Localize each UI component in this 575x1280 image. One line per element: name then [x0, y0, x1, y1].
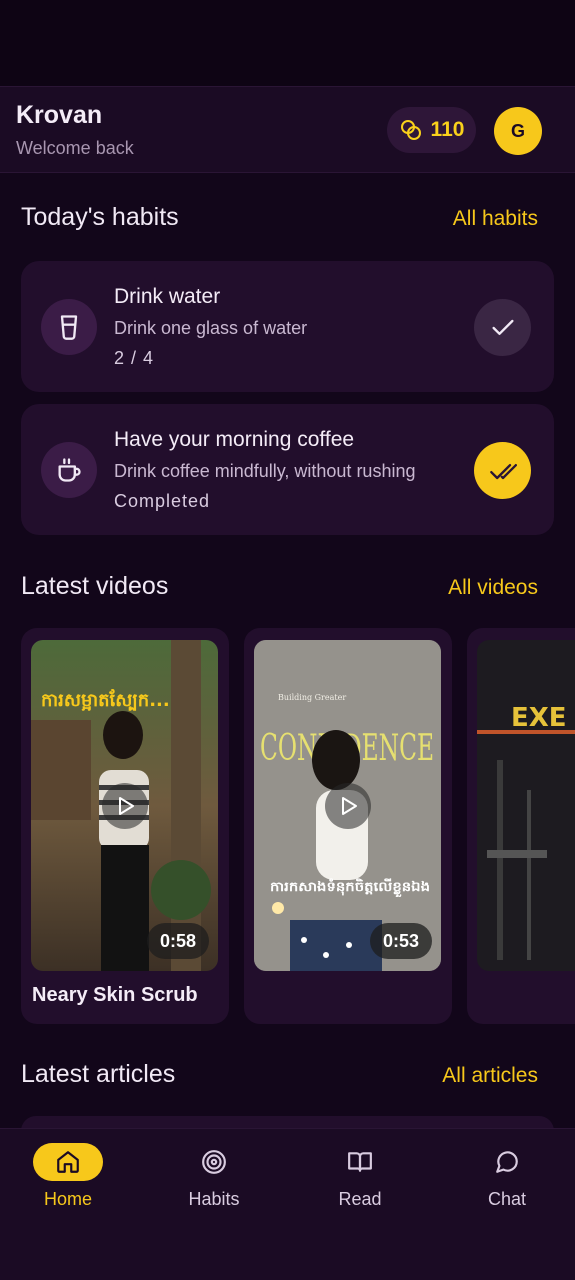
- videos-carousel[interactable]: ការសម្អាតស្បែក... 0:58 Neary Skin Scrub …: [0, 628, 575, 1024]
- articles-section-title: Latest articles: [21, 1060, 176, 1088]
- app-header: Krovan Welcome back 110 G: [0, 86, 575, 173]
- nav-label: Chat: [487, 1189, 527, 1209]
- habit-title: Drink water: [114, 285, 221, 308]
- check-icon: [492, 319, 513, 335]
- nav-item-habits[interactable]: Habits: [154, 1143, 274, 1223]
- double-check-icon: [489, 463, 517, 479]
- all-habits-link[interactable]: All habits: [453, 207, 538, 231]
- thumbnail-caption: ការកសាងទំនុកចិត្តលើខ្លួនឯង: [270, 878, 430, 897]
- status-bar: [0, 0, 575, 86]
- glass-icon: [41, 299, 97, 355]
- video-thumbnail: EXE: [477, 640, 575, 971]
- videos-section-title: Latest videos: [21, 572, 169, 600]
- video-thumbnail: Building Greater CONFIDENCE ការកសាងទំនុក…: [254, 640, 441, 971]
- habit-description: Drink coffee mindfully, without rushing: [114, 461, 416, 481]
- nav-item-chat[interactable]: Chat: [447, 1143, 567, 1223]
- habit-status: Completed: [114, 491, 211, 511]
- bottom-navigation: Home Habits Read Chat: [0, 1128, 575, 1280]
- all-articles-link[interactable]: All articles: [442, 1064, 538, 1088]
- coins-badge[interactable]: 110: [387, 107, 476, 153]
- nav-item-read[interactable]: Read: [300, 1143, 420, 1223]
- video-title: Neary Skin Scrub: [32, 984, 198, 1006]
- target-icon: [202, 1150, 226, 1174]
- coins-icon: [400, 120, 421, 140]
- chat-bubble-icon: [496, 1151, 518, 1173]
- habit-title: Have your morning coffee: [114, 428, 355, 451]
- play-icon: [342, 797, 357, 815]
- coffee-cup-icon: [41, 442, 97, 498]
- habits-section-title: Today's habits: [21, 203, 179, 231]
- welcome-text: Welcome back: [16, 138, 134, 158]
- habit-check-button[interactable]: [474, 299, 531, 356]
- coins-count: 110: [430, 118, 465, 141]
- user-name: Krovan: [16, 101, 103, 129]
- video-card[interactable]: EXE: [467, 628, 575, 1024]
- habit-progress: 2 / 4: [114, 348, 155, 368]
- video-card[interactable]: Building Greater CONFIDENCE ការកសាងទំនុក…: [244, 628, 452, 1024]
- habit-description: Drink one glass of water: [114, 318, 308, 338]
- play-button[interactable]: [102, 783, 148, 829]
- video-duration: 0:53: [369, 923, 432, 959]
- video-card[interactable]: ការសម្អាតស្បែក... 0:58 Neary Skin Scrub: [21, 628, 229, 1024]
- nav-item-home[interactable]: Home: [8, 1143, 128, 1223]
- thumbnail-text: ការសម្អាតស្បែក...: [41, 688, 170, 711]
- habit-card-morning-coffee[interactable]: Have your morning coffee Drink coffee mi…: [21, 404, 554, 535]
- play-icon: [119, 797, 134, 815]
- nav-label: Read: [338, 1189, 382, 1209]
- avatar[interactable]: G: [494, 107, 542, 155]
- home-icon: [57, 1151, 79, 1173]
- video-duration: 0:58: [146, 923, 209, 959]
- nav-label: Home: [43, 1189, 92, 1209]
- video-thumbnail: ការសម្អាតស្បែក... 0:58: [31, 640, 218, 971]
- book-icon: [348, 1152, 372, 1172]
- habit-card-drink-water[interactable]: Drink water Drink one glass of water 2 /…: [21, 261, 554, 392]
- all-videos-link[interactable]: All videos: [448, 576, 538, 600]
- thumbnail-subtext: Building Greater: [278, 693, 346, 702]
- thumbnail-text: EXE: [511, 703, 567, 733]
- play-button[interactable]: [325, 783, 371, 829]
- nav-label: Habits: [188, 1189, 240, 1209]
- habit-check-button[interactable]: [474, 442, 531, 499]
